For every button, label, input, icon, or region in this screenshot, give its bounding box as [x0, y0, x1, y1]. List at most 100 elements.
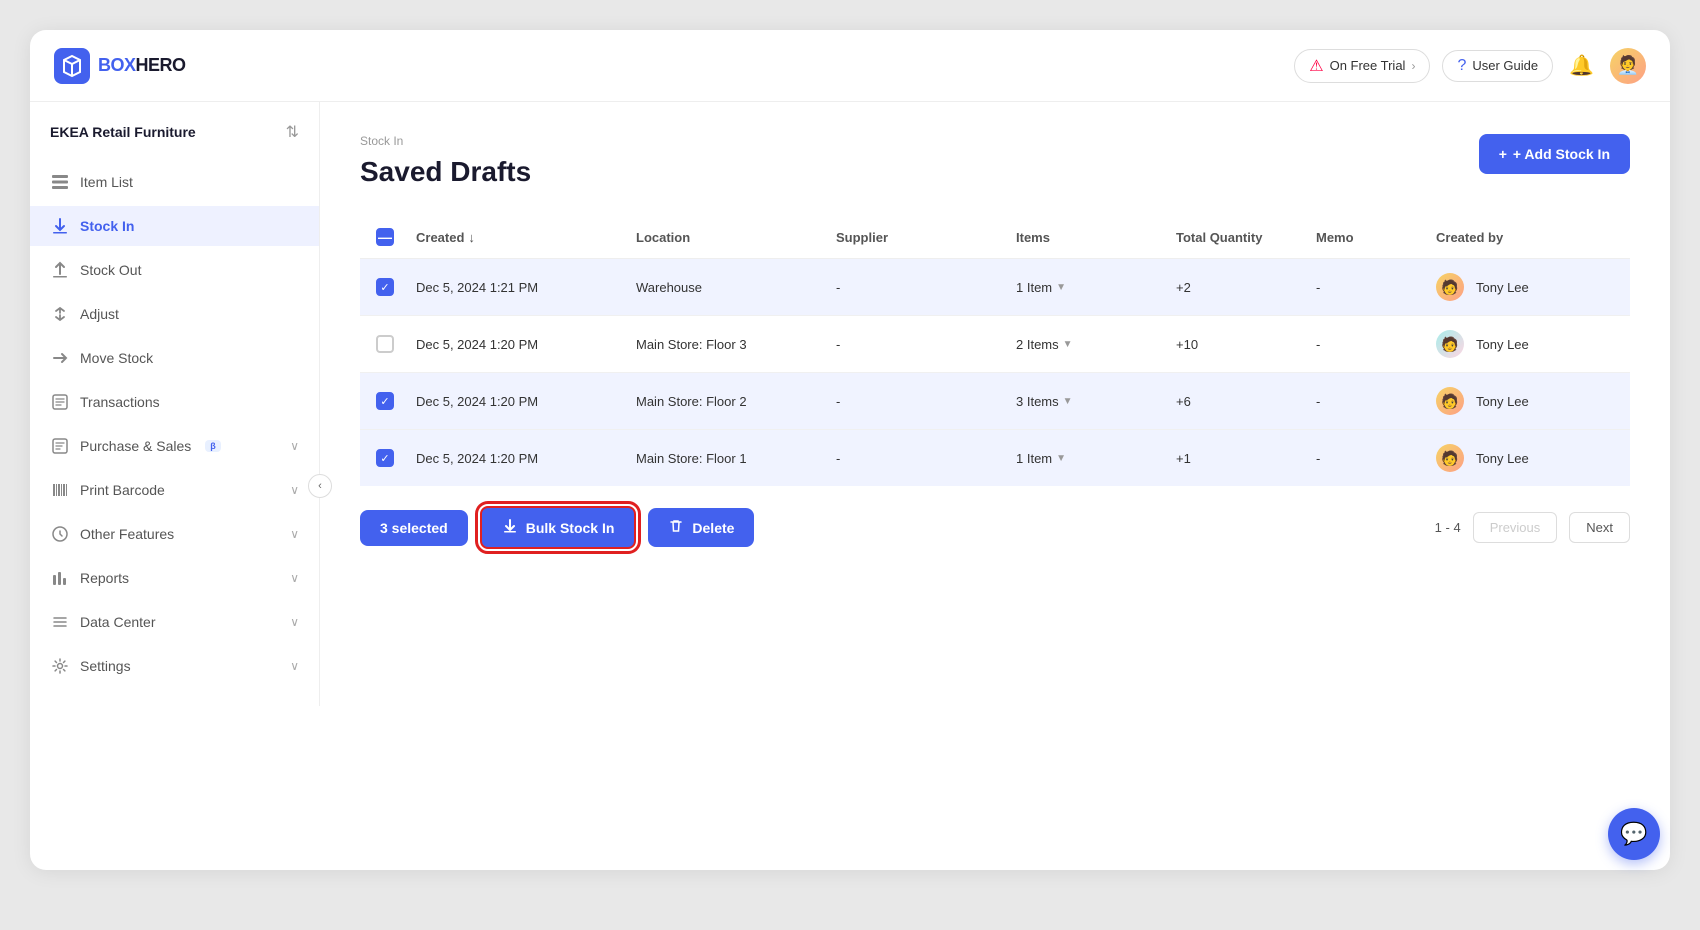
beta-badge: β: [205, 440, 221, 452]
add-stock-in-button[interactable]: + + Add Stock In: [1479, 134, 1630, 174]
select-all-checkbox[interactable]: —: [376, 228, 394, 246]
stock-out-icon: [50, 260, 70, 280]
adjust-icon: [50, 304, 70, 324]
row-date: Dec 5, 2024 1:21 PM: [416, 280, 636, 295]
row-location: Main Store: Floor 1: [636, 451, 836, 466]
next-button[interactable]: Next: [1569, 512, 1630, 543]
row-checkbox[interactable]: [376, 335, 394, 353]
logo-area: BOXHERO: [54, 48, 1294, 84]
pagination-range: 1 - 4: [1435, 520, 1461, 535]
row-checkbox[interactable]: ✓: [376, 449, 394, 467]
row-items: 3 Items ▼: [1016, 394, 1176, 409]
sidebar-item-stock-in[interactable]: Stock In: [30, 206, 319, 246]
sidebar-item-label: Print Barcode: [80, 482, 165, 498]
row-created-by-name: Tony Lee: [1476, 280, 1529, 295]
bulk-stock-in-icon: [502, 518, 518, 537]
sidebar-item-transactions[interactable]: Transactions: [30, 382, 319, 422]
purchase-sales-icon: [50, 436, 70, 456]
other-features-icon: [50, 524, 70, 544]
sidebar-item-item-list[interactable]: Item List: [30, 162, 319, 202]
sidebar-item-label: Stock In: [80, 218, 134, 234]
sidebar-item-settings[interactable]: Settings ∨: [30, 646, 319, 686]
row-checkbox-cell: ✓: [376, 392, 416, 410]
trial-arrow-icon: ›: [1411, 59, 1415, 73]
bottom-bar: 3 selected Bulk Stock In Delete 1 - 4: [360, 494, 1630, 561]
stock-in-icon: [50, 216, 70, 236]
items-text: 1 Item: [1016, 451, 1052, 466]
delete-icon: [668, 518, 684, 537]
move-stock-icon: [50, 348, 70, 368]
add-btn-label: + Add Stock In: [1513, 146, 1610, 162]
row-date: Dec 5, 2024 1:20 PM: [416, 394, 636, 409]
delete-button[interactable]: Delete: [648, 508, 754, 547]
sidebar-item-data-center[interactable]: Data Center ∨: [30, 602, 319, 642]
user-guide-button[interactable]: ? User Guide: [1442, 50, 1553, 82]
header-total-qty: Total Quantity: [1176, 230, 1316, 245]
header: BOXHERO ⚠ On Free Trial › ? User Guide 🔔…: [30, 30, 1670, 102]
trial-button[interactable]: ⚠ On Free Trial ›: [1294, 49, 1430, 83]
items-text: 3 Items: [1016, 394, 1059, 409]
items-dropdown-icon[interactable]: ▼: [1056, 453, 1066, 464]
row-supplier: -: [836, 280, 1016, 295]
sidebar-item-label: Other Features: [80, 526, 174, 542]
bulk-stock-in-button[interactable]: Bulk Stock In: [480, 506, 637, 549]
workspace-name: EKEA Retail Furniture: [50, 124, 196, 140]
workspace-header: EKEA Retail Furniture ⇅: [30, 122, 319, 158]
row-checkbox-cell: ✓: [376, 449, 416, 467]
sidebar-item-label: Transactions: [80, 394, 160, 410]
delete-label: Delete: [692, 520, 734, 536]
header-supplier: Supplier: [836, 230, 1016, 245]
sidebar-item-label: Purchase & Sales: [80, 438, 191, 454]
row-checkbox[interactable]: ✓: [376, 392, 394, 410]
chat-bubble-button[interactable]: 💬: [1608, 808, 1660, 860]
row-memo: -: [1316, 337, 1436, 352]
notification-bell-icon[interactable]: 🔔: [1565, 49, 1598, 82]
row-created-by: 🧑 Tony Lee: [1436, 387, 1614, 415]
items-dropdown-icon[interactable]: ▼: [1063, 396, 1073, 407]
row-avatar: 🧑: [1436, 387, 1464, 415]
avatar[interactable]: 🧑‍💼: [1610, 48, 1646, 84]
row-created-by: 🧑 Tony Lee: [1436, 444, 1614, 472]
sidebar-item-reports[interactable]: Reports ∨: [30, 558, 319, 598]
row-checkbox[interactable]: ✓: [376, 278, 394, 296]
header-created-by: Created by: [1436, 230, 1614, 245]
sort-icon[interactable]: ↓: [468, 230, 475, 245]
sidebar-item-other-features[interactable]: Other Features ∨: [30, 514, 319, 554]
row-date: Dec 5, 2024 1:20 PM: [416, 337, 636, 352]
header-created: Created ↓: [416, 230, 636, 245]
transactions-icon: [50, 392, 70, 412]
row-location: Main Store: Floor 3: [636, 337, 836, 352]
sidebar: EKEA Retail Furniture ⇅ Item List Stock …: [30, 102, 320, 706]
row-created-by: 🧑 Tony Lee: [1436, 330, 1614, 358]
items-text: 2 Items: [1016, 337, 1059, 352]
row-memo: -: [1316, 451, 1436, 466]
sidebar-item-purchase-sales[interactable]: Purchase & Sales β ∨: [30, 426, 319, 466]
row-qty: +10: [1176, 337, 1316, 352]
breadcrumb: Stock In: [360, 134, 1630, 148]
settings-chevron-icon: ∨: [290, 659, 299, 673]
row-memo: -: [1316, 394, 1436, 409]
previous-button[interactable]: Previous: [1473, 512, 1558, 543]
items-dropdown-icon[interactable]: ▼: [1056, 282, 1066, 293]
row-avatar: 🧑: [1436, 273, 1464, 301]
sidebar-item-move-stock[interactable]: Move Stock: [30, 338, 319, 378]
boxhero-logo-icon: [54, 48, 90, 84]
sidebar-collapse-button[interactable]: ‹: [308, 474, 332, 498]
sidebar-item-label: Reports: [80, 570, 129, 586]
row-memo: -: [1316, 280, 1436, 295]
workspace-switch-icon[interactable]: ⇅: [286, 122, 299, 142]
sidebar-item-stock-out[interactable]: Stock Out: [30, 250, 319, 290]
header-checkbox-cell: —: [376, 228, 416, 246]
row-created-by-name: Tony Lee: [1476, 394, 1529, 409]
row-avatar: 🧑: [1436, 330, 1464, 358]
sidebar-item-label: Move Stock: [80, 350, 153, 366]
items-dropdown-icon[interactable]: ▼: [1063, 339, 1073, 350]
sidebar-item-adjust[interactable]: Adjust: [30, 294, 319, 334]
sidebar-item-print-barcode[interactable]: Print Barcode ∨: [30, 470, 319, 510]
trial-label: On Free Trial: [1330, 58, 1406, 73]
row-items: 2 Items ▼: [1016, 337, 1176, 352]
header-items: Items: [1016, 230, 1176, 245]
sidebar-item-label: Stock Out: [80, 262, 141, 278]
row-items: 1 Item ▼: [1016, 280, 1176, 295]
sidebar-item-label: Settings: [80, 658, 131, 674]
